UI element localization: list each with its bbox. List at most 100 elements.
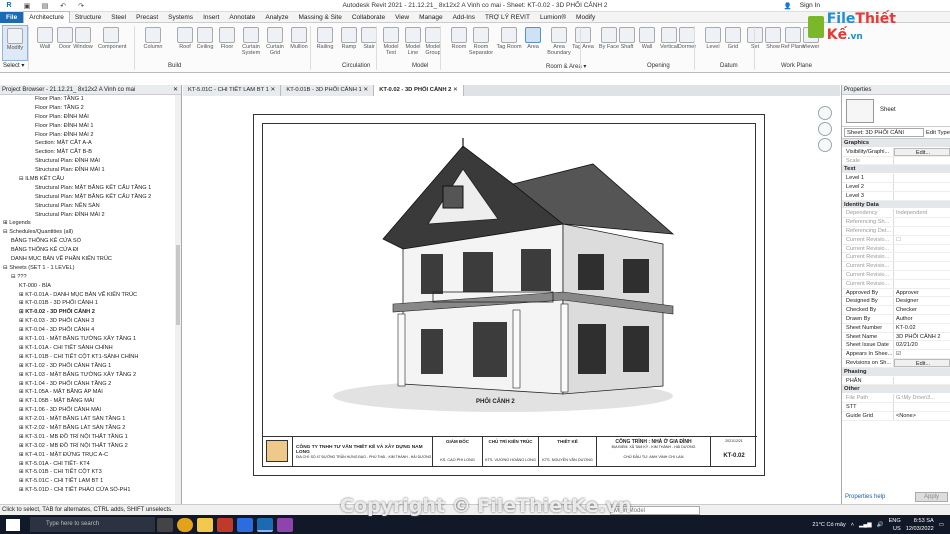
browser-tree-item[interactable]: ⊞ KT-1.01A - CHI TIẾT SẢNH CHÍNH <box>0 344 181 353</box>
browser-tree-item[interactable]: ⊞ KT-5.01B - CHI TIẾT CỘT KT3 <box>0 468 181 477</box>
window-button[interactable]: Window <box>70 25 96 61</box>
browser-tree-item[interactable]: ⊞ KT-4.01 - MẶT ĐỨNG TRỤC A-C <box>0 451 181 460</box>
view-tab[interactable]: KT-5.01C - CHI TIẾT LAM BT 1 ✕ <box>183 85 282 96</box>
browser-tree-item[interactable]: ⊞ KT-1.01 - MẶT BẰNG TƯỜNG XÂY TẦNG 1 <box>0 335 181 344</box>
lumion-icon[interactable] <box>277 517 293 532</box>
browser-tree-item[interactable]: ⊞ KT-0.01A - DANH MỤC BẢN VẼ KIẾN TRÚC <box>0 291 181 300</box>
browser-tree-item[interactable]: ⊞ KT-3.01 - MB ĐỒ TRÍ NỘI THẤT TẦNG 1 <box>0 433 181 442</box>
property-value[interactable]: ☑ <box>894 350 950 358</box>
browser-tree-item[interactable]: Structural Plan: ĐỈNH MÁI 2 <box>0 211 181 220</box>
chevron-up-icon[interactable]: ˄ <box>851 522 854 528</box>
browser-tree-item[interactable]: KT-000 - BÌA <box>0 282 181 291</box>
browser-tree-item[interactable]: Floor Plan: ĐỈNH MÁI <box>0 113 181 122</box>
browser-tree-item[interactable]: ⊞ KT-5.01C - CHI TIẾT LAM BT 1 <box>0 477 181 486</box>
area-boundary-button[interactable]: Area Boundary <box>546 25 572 61</box>
browser-tree-item[interactable]: ⊞ KT-0.04 - 3D PHỐI CẢNH 4 <box>0 326 181 335</box>
property-edit-button[interactable]: Edit... <box>894 147 950 156</box>
ribbon-tab-add-ins[interactable]: Add-Ins <box>448 12 480 23</box>
property-value[interactable]: Designer <box>894 297 950 305</box>
sketchup-icon[interactable] <box>237 517 253 532</box>
user-icon[interactable]: 👤 <box>784 2 792 10</box>
property-value[interactable]: 02/21/20 <box>894 341 950 349</box>
model-group-button[interactable]: Model Group <box>420 25 446 61</box>
taskbar-search[interactable]: Type here to search <box>30 517 155 532</box>
component-button[interactable]: Component <box>98 25 126 61</box>
property-value[interactable] <box>894 183 950 191</box>
ribbon-tab-systems[interactable]: Systems <box>163 12 198 23</box>
house-3d-view[interactable] <box>263 124 757 468</box>
browser-tree-item[interactable]: ⊞ KT-1.06 - 3D PHỐI CẢNH MÁI <box>0 406 181 415</box>
ribbon-tab-precast[interactable]: Precast <box>131 12 163 23</box>
browser-tree-item[interactable]: ⊞ KT-1.04 - 3D PHỐI CẢNH TẦNG 2 <box>0 380 181 389</box>
network-icon[interactable]: ▂▄▆ <box>859 522 872 528</box>
modify-button[interactable]: Modify <box>2 25 28 61</box>
browser-tree-item[interactable]: ⊟ ILMB KẾT CẤU <box>0 175 181 184</box>
browser-tree-item[interactable]: ⊞ KT-0.03 - 3D PHỐI CẢNH 3 <box>0 317 181 326</box>
ribbon-tab-analyze[interactable]: Analyze <box>260 12 293 23</box>
tag-area-button[interactable]: Tag Area <box>570 25 596 61</box>
browser-tree-item[interactable]: ⊞ KT-3.02 - MB ĐỒ TRÍ NỘI THẤT TẦNG 2 <box>0 442 181 451</box>
tag-room-button[interactable]: Tag Room <box>496 25 522 61</box>
curtain-system-button[interactable]: Curtain System <box>238 25 264 61</box>
ribbon-tab-manage[interactable]: Manage <box>414 12 448 23</box>
close-icon[interactable]: ✕ <box>173 85 178 94</box>
browser-tree-item[interactable]: Structural Plan: NỀN SÀN <box>0 202 181 211</box>
property-value[interactable] <box>894 192 950 200</box>
property-value[interactable]: Checker <box>894 306 950 314</box>
weather-text[interactable]: 21°C Có mây <box>812 522 845 528</box>
dormer-button[interactable]: Dormer <box>674 25 700 61</box>
browser-tree-item[interactable]: Floor Plan: ĐỈNH MÁI 2 <box>0 131 181 140</box>
browser-tree-item[interactable]: ⊟ Schedules/Quantities (all) <box>0 228 181 237</box>
ribbon-tab-modify[interactable]: Modify <box>571 12 600 23</box>
chrome-icon[interactable] <box>177 517 193 532</box>
property-value[interactable] <box>894 271 950 279</box>
browser-tree-item[interactable]: Structural Plan: ĐỈNH MÁI <box>0 157 181 166</box>
room-separator-button[interactable]: Room Separator <box>468 25 494 61</box>
ribbon-tab-view[interactable]: View <box>390 12 414 23</box>
language-indicator[interactable]: ENG US <box>889 517 901 533</box>
edit-type-button[interactable]: Edit Type <box>926 130 950 136</box>
browser-tree-item[interactable]: ⊞ KT-0.02 - 3D PHỐI CẢNH 2 <box>0 308 181 317</box>
browser-tree-item[interactable]: ⊞ KT-1.03 - MẶT BẰNG TƯỜNG XÂY TẦNG 2 <box>0 371 181 380</box>
volume-icon[interactable]: 🔊 <box>877 522 884 528</box>
property-value[interactable] <box>894 157 950 165</box>
properties-help-link[interactable]: Properties help <box>845 494 885 500</box>
browser-tree-item[interactable]: ⊞ KT-1.01B - CHI TIẾT CỘT KT1-SẢNH CHÍNH <box>0 353 181 362</box>
curtain-grid-button[interactable]: Curtain Grid <box>262 25 288 61</box>
browser-tree-item[interactable]: Structural Plan: ĐỈNH MÁI 1 <box>0 166 181 175</box>
browser-tree-item[interactable]: Floor Plan: TẦNG 1 <box>0 95 181 104</box>
autocad-icon[interactable] <box>217 517 233 532</box>
property-value[interactable] <box>894 262 950 270</box>
browser-tree-item[interactable]: Structural Plan: MẶT BẰNG KẾT CẤU TẦNG 1 <box>0 184 181 193</box>
property-value[interactable]: 3D PHỐI CẢNH 2 <box>894 333 950 341</box>
ribbon-tab-architecture[interactable]: Architecture <box>23 11 70 23</box>
property-value[interactable]: Approver <box>894 289 950 297</box>
browser-tree-item[interactable]: Structural Plan: MẶT BẰNG KẾT CẤU TẦNG 2 <box>0 193 181 202</box>
file-tab[interactable]: File <box>0 11 24 23</box>
sign-in-link[interactable]: Sign In <box>800 2 820 10</box>
drawing-canvas[interactable]: PHỐI CẢNH 2 CÔNG TY TNHH TƯ VẤN THIẾT KẾ… <box>183 96 840 494</box>
railing-button[interactable]: Railing <box>312 25 338 61</box>
ribbon-tab-collaborate[interactable]: Collaborate <box>347 12 390 23</box>
property-section-other[interactable]: Other <box>842 385 950 395</box>
property-value[interactable] <box>894 245 950 253</box>
property-value[interactable]: KT-0.02 <box>894 324 950 332</box>
apply-button[interactable]: Apply <box>914 492 948 502</box>
ribbon-tab-massing-site[interactable]: Massing & Site <box>293 12 346 23</box>
property-value[interactable]: ☐ <box>894 236 950 244</box>
notification-icon[interactable]: ▭ <box>939 522 944 528</box>
view-tab[interactable]: KT-0.01B - 3D PHỐI CẢNH 1 ✕ <box>281 85 375 96</box>
instance-dropdown[interactable]: Sheet: 3D PHỐI CẢNI <box>844 128 924 137</box>
property-section-text[interactable]: Text <box>842 165 950 175</box>
close-tab-icon[interactable]: ✕ <box>269 87 275 93</box>
browser-tree-item[interactable]: Section: MẶT CẮT A-A <box>0 139 181 148</box>
close-tab-icon[interactable]: ✕ <box>362 87 368 93</box>
browser-tree-item[interactable]: ⊞ KT-1.02 - 3D PHỐI CẢNH TẦNG 1 <box>0 362 181 371</box>
project-browser-scrollbar[interactable] <box>175 95 181 504</box>
browser-tree-item[interactable]: ⊞ KT-0.01B - 3D PHỐI CẢNH 1 <box>0 299 181 308</box>
property-value[interactable]: G:\My Drive\3... <box>894 394 950 402</box>
ribbon-tab-structure[interactable]: Structure <box>70 12 106 23</box>
browser-tree-item[interactable]: Floor Plan: TẦNG 2 <box>0 104 181 113</box>
windows-start-icon[interactable] <box>6 518 20 531</box>
revit-icon[interactable] <box>257 517 273 532</box>
